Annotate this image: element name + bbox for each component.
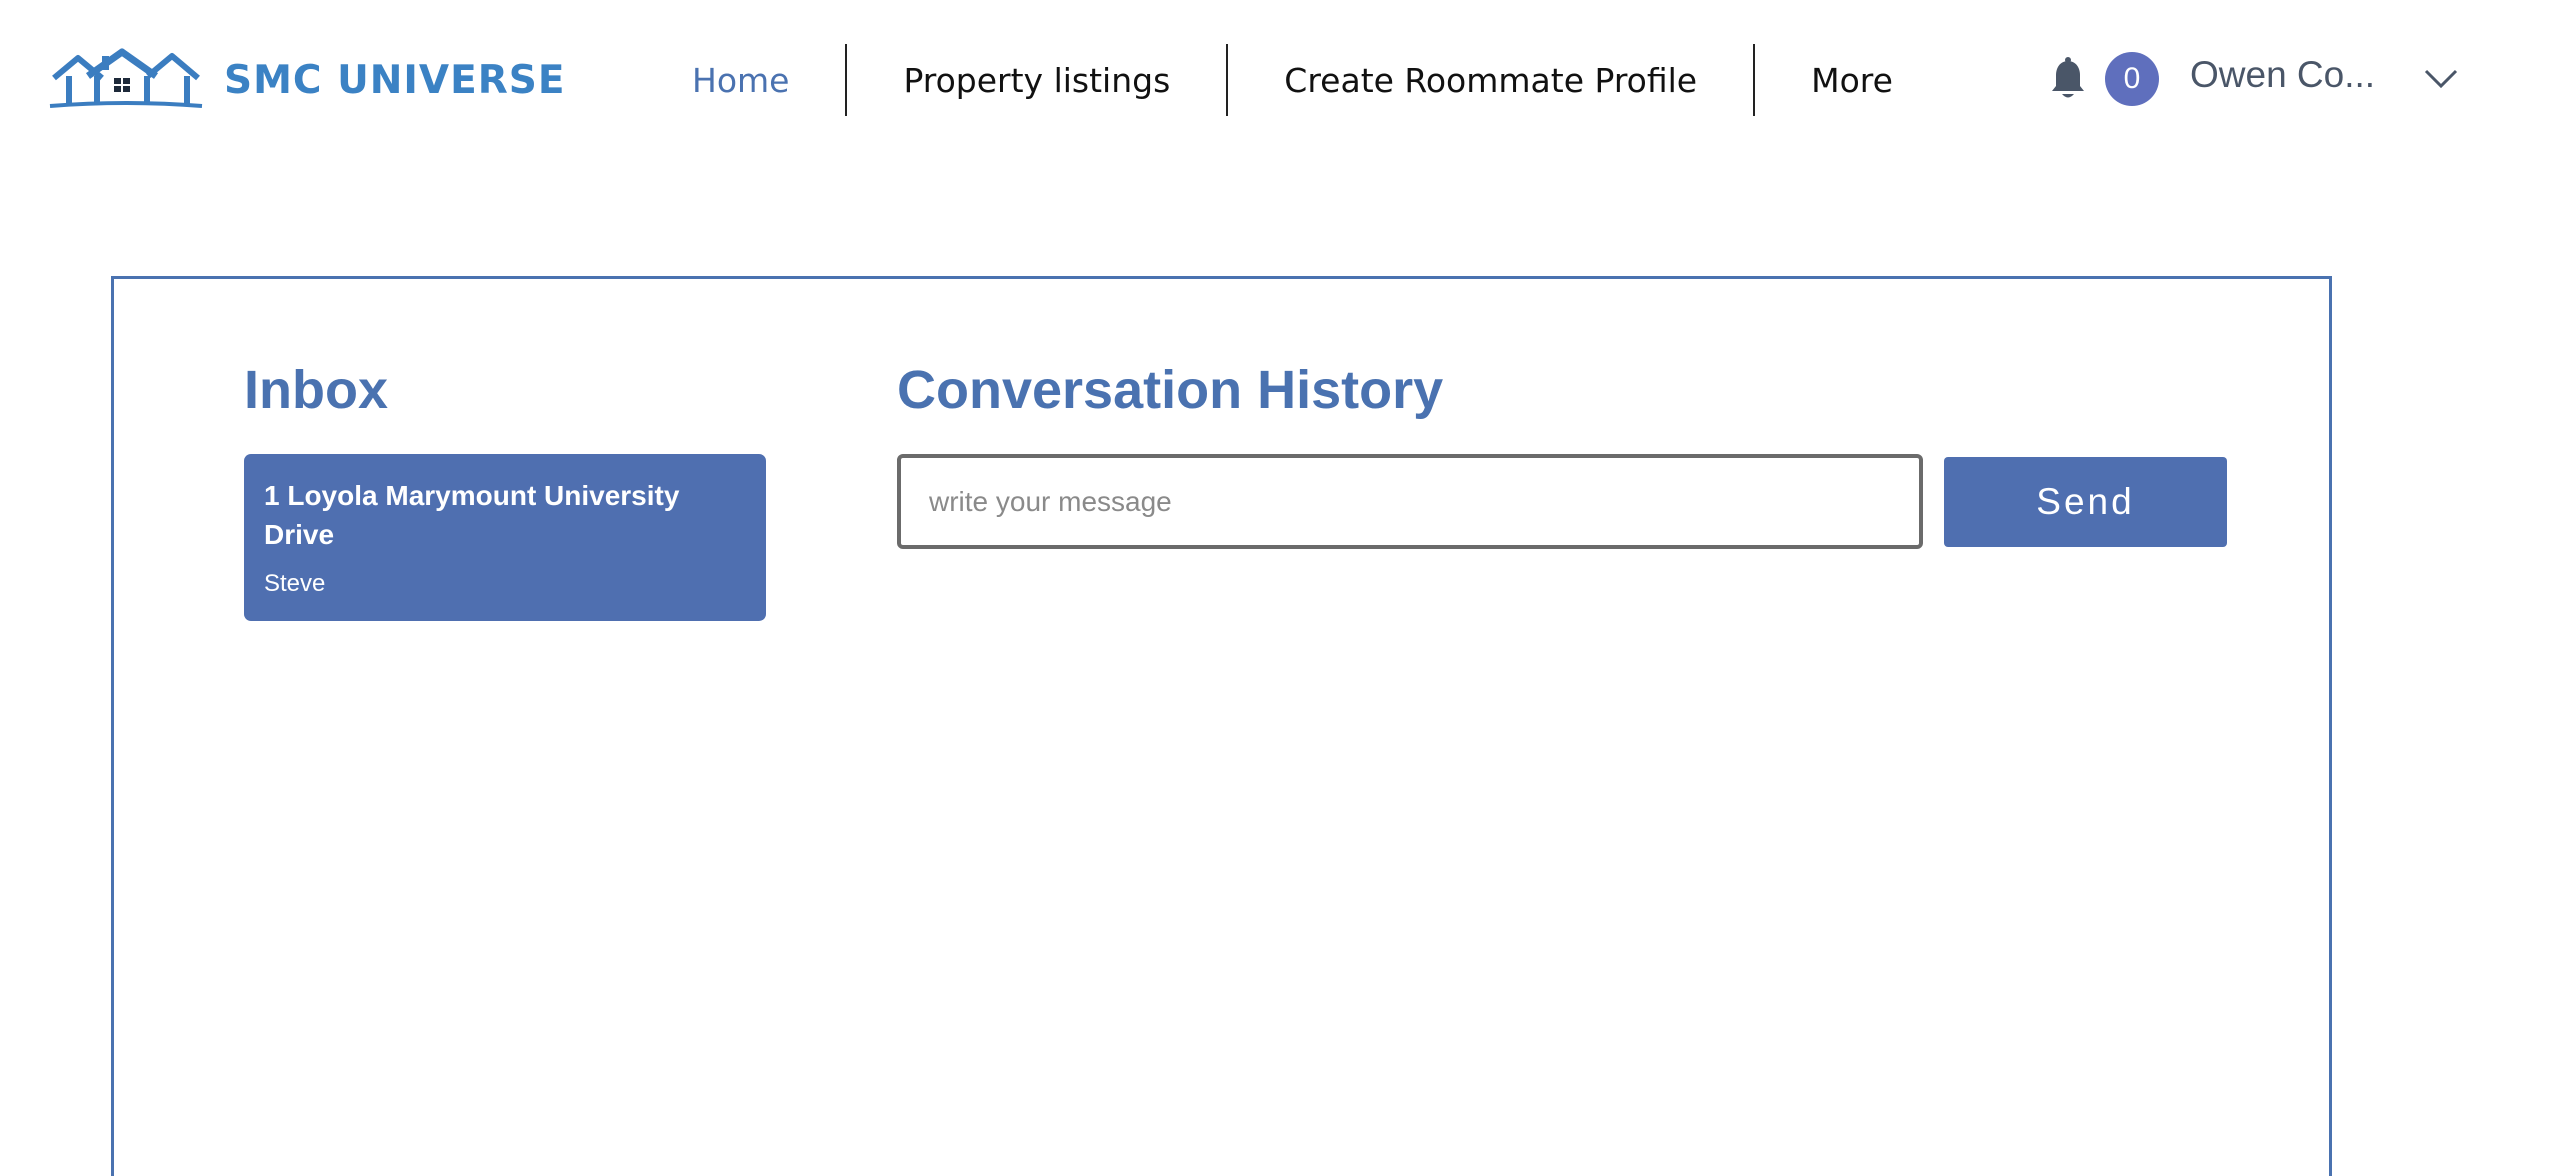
nav-property-listings[interactable]: Property listings [847,44,1226,116]
messages-panel: Inbox 1 Loyola Marymount University Driv… [111,276,2332,1176]
bell-icon[interactable] [2050,57,2086,101]
inbox-item[interactable]: 1 Loyola Marymount University Drive Stev… [244,454,766,621]
top-header: SMC UNIVERSE Home Property listings Crea… [0,0,2550,160]
inbox-item-address: 1 Loyola Marymount University Drive [264,480,680,550]
message-input[interactable] [897,454,1923,549]
brand-name: SMC UNIVERSE [224,57,566,103]
houses-logo-icon [49,48,203,108]
nav-more[interactable]: More [1755,44,1949,116]
inbox-item-sender: Steve [264,570,326,597]
main-nav: Home Property listings Create Roommate P… [636,44,1949,116]
inbox-title: Inbox [244,360,388,420]
nav-home[interactable]: Home [636,44,845,116]
conversation-title: Conversation History [897,360,1444,420]
site-logo[interactable]: SMC UNIVERSE [48,48,566,112]
send-button[interactable]: Send [1944,457,2227,547]
user-name[interactable]: Owen Co... [2190,54,2390,96]
nav-create-roommate-profile[interactable]: Create Roommate Profile [1228,44,1753,116]
notification-count-badge[interactable]: 0 [2105,52,2159,106]
chevron-down-icon[interactable] [2424,64,2458,92]
